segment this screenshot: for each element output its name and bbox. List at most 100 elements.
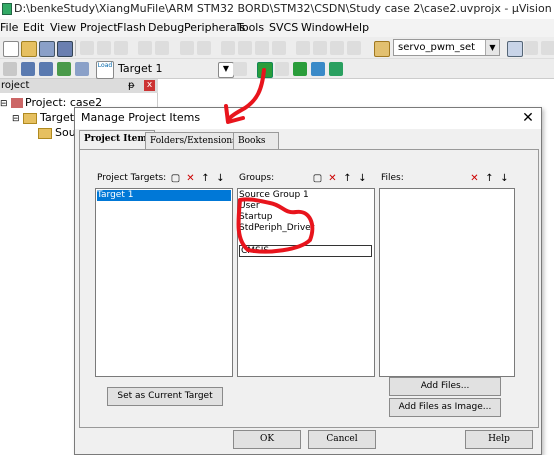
delete-group-icon[interactable]: ✕ <box>326 173 339 185</box>
find-icon[interactable] <box>507 41 523 57</box>
menu-help[interactable]: Help <box>344 21 369 34</box>
uncomment-icon[interactable] <box>347 41 361 55</box>
menu-flash[interactable]: Flash <box>117 21 146 34</box>
new-file-icon[interactable] <box>3 41 19 57</box>
save-all-icon[interactable] <box>57 41 73 57</box>
tab-folders-extensions[interactable]: Folders/Extensions <box>145 132 243 150</box>
load-icon[interactable]: Load <box>96 61 114 79</box>
find-in-files-icon[interactable] <box>374 41 390 57</box>
build-icon[interactable] <box>21 62 35 76</box>
add-files-as-image-button[interactable]: Add Files as Image... <box>389 398 501 417</box>
group-row[interactable]: Source Group 1 <box>239 190 309 201</box>
pack-installer-icon[interactable] <box>329 62 343 76</box>
select-packs-icon[interactable] <box>293 62 307 76</box>
manage-project-items-icon[interactable] <box>257 62 273 78</box>
menu-view[interactable]: View <box>50 21 76 34</box>
dialog-title-bar: Manage Project Items ✕ <box>75 108 541 129</box>
ok-button[interactable]: OK <box>233 430 301 449</box>
files-label: Files: <box>381 173 404 183</box>
move-down-icon[interactable]: ↓ <box>214 173 227 185</box>
new-target-icon[interactable]: ▢ <box>169 173 182 185</box>
close-icon[interactable]: ✕ <box>519 110 537 126</box>
cut-icon[interactable] <box>80 41 94 55</box>
options-for-target-icon[interactable] <box>233 62 247 76</box>
open-folder-icon[interactable] <box>21 41 37 57</box>
clear-bookmarks-icon[interactable] <box>272 41 286 55</box>
settings-icon[interactable] <box>541 41 554 55</box>
menu-file[interactable]: File <box>0 21 18 34</box>
target-select[interactable]: Target 1 <box>118 62 214 76</box>
file-extensions-icon[interactable] <box>275 62 289 76</box>
files-listbox[interactable] <box>379 188 515 377</box>
stop-build-icon[interactable] <box>75 62 89 76</box>
uvision-app-icon <box>2 3 12 15</box>
save-icon[interactable] <box>39 41 55 57</box>
comment-icon[interactable] <box>330 41 344 55</box>
menu-svcs[interactable]: SVCS <box>269 21 298 34</box>
folder-icon <box>38 127 52 139</box>
menu-debug[interactable]: Debug <box>148 21 184 34</box>
targets-label: Project Targets: <box>97 173 167 183</box>
group-row[interactable]: User <box>239 201 260 212</box>
close-pane-icon[interactable]: x <box>144 80 155 91</box>
unindent-icon[interactable] <box>313 41 327 55</box>
menu-edit[interactable]: Edit <box>23 21 44 34</box>
group-row[interactable]: Startup <box>239 212 272 223</box>
move-down-icon[interactable]: ↓ <box>498 173 511 185</box>
prev-bookmark-icon[interactable] <box>238 41 252 55</box>
manage-rte-icon[interactable] <box>311 62 325 76</box>
targets-listbox[interactable]: Target 1 <box>95 188 233 377</box>
project-icon <box>11 98 24 108</box>
batch-build-icon[interactable] <box>57 62 71 76</box>
bookmark-icon[interactable] <box>221 41 235 55</box>
group-row[interactable]: StdPeriph_Driver <box>239 223 314 234</box>
window-title-bar: D:\benkeStudy\XiangMuFile\ARM STM32 BORD… <box>0 0 554 19</box>
collapse-icon[interactable]: ⊟ <box>12 114 20 124</box>
move-up-icon[interactable]: ↑ <box>199 173 212 185</box>
debug-session-icon[interactable] <box>524 41 538 55</box>
dialog-title: Manage Project Items <box>81 111 201 124</box>
targets-group: Project Targets: ▢ ✕ ↑ ↓ Target 1 <box>95 173 233 377</box>
move-up-icon[interactable]: ↑ <box>483 173 496 185</box>
paste-icon[interactable] <box>114 41 128 55</box>
manage-project-items-dialog: Manage Project Items ✕ Project Items Fol… <box>74 107 542 455</box>
groups-label: Groups: <box>239 173 275 183</box>
find-combo[interactable]: servo_pwm_set ▼ <box>393 39 500 56</box>
move-up-icon[interactable]: ↑ <box>341 173 354 185</box>
indent-icon[interactable] <box>296 41 310 55</box>
add-files-button[interactable]: Add Files... <box>389 377 501 396</box>
pin-icon[interactable]: ᵽ <box>128 80 135 91</box>
tab-books[interactable]: Books <box>233 132 279 150</box>
collapse-icon[interactable]: ⊟ <box>0 99 8 109</box>
rebuild-icon[interactable] <box>39 62 53 76</box>
delete-target-icon[interactable]: ✕ <box>184 173 197 185</box>
help-button[interactable]: Help <box>465 430 533 449</box>
cancel-button[interactable]: Cancel <box>308 430 376 449</box>
group-name-edit-field[interactable]: CMSIS <box>239 245 372 257</box>
chevron-down-icon[interactable]: ▼ <box>485 40 499 55</box>
standard-toolbar: servo_pwm_set ▼ <box>0 37 554 59</box>
files-group: Files: ✕ ↑ ↓ <box>379 173 515 377</box>
translate-icon[interactable] <box>3 62 17 76</box>
menu-tools[interactable]: Tools <box>237 21 264 34</box>
move-down-icon[interactable]: ↓ <box>356 173 369 185</box>
tab-project-items[interactable]: Project Items <box>79 130 155 151</box>
next-bookmark-icon[interactable] <box>255 41 269 55</box>
menu-window[interactable]: Window <box>301 21 344 34</box>
target-row-selected[interactable]: Target 1 <box>97 190 231 201</box>
redo-icon[interactable] <box>155 41 169 55</box>
nav-forward-icon[interactable] <box>197 41 211 55</box>
menu-project[interactable]: Project <box>80 21 118 34</box>
find-combo-value: servo_pwm_set <box>398 42 476 53</box>
target-dropdown-icon[interactable]: ▼ <box>218 62 234 78</box>
folder-icon <box>23 112 38 124</box>
delete-file-icon[interactable]: ✕ <box>468 173 481 185</box>
groups-listbox[interactable]: Source Group 1 User Startup StdPeriph_Dr… <box>237 188 375 377</box>
window-title: D:\benkeStudy\XiangMuFile\ARM STM32 BORD… <box>14 2 552 15</box>
new-group-icon[interactable]: ▢ <box>311 173 324 185</box>
undo-icon[interactable] <box>138 41 152 55</box>
set-current-target-button[interactable]: Set as Current Target <box>107 387 223 406</box>
copy-icon[interactable] <box>97 41 111 55</box>
groups-group: Groups: ▢ ✕ ↑ ↓ Source Group 1 User Star… <box>237 173 375 377</box>
nav-back-icon[interactable] <box>180 41 194 55</box>
